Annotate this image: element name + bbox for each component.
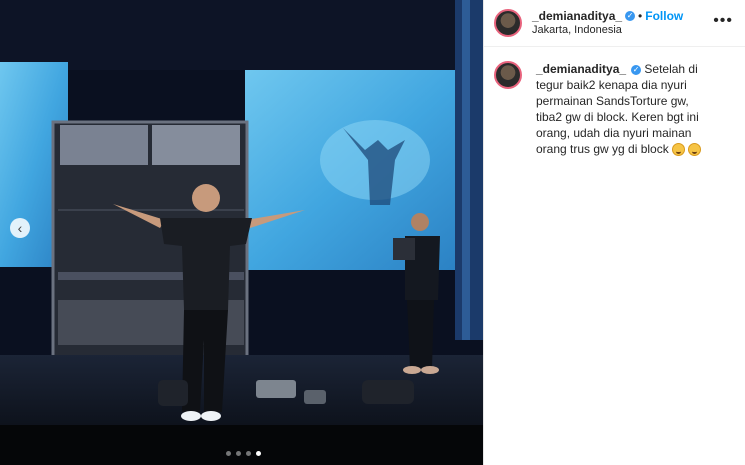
more-options-button[interactable]: ••• — [713, 12, 733, 30]
previous-slide-button[interactable]: ‹ — [10, 218, 30, 238]
caption-text: Setelah di tegur baik2 kenapa dia nyuri … — [536, 62, 699, 156]
instagram-post: ‹ _demianaditya_ ✓ • Follow Jakarta, Indone… — [0, 0, 745, 465]
post-sidebar: _demianaditya_ ✓ • Follow Jakarta, Indonesi… — [483, 0, 745, 465]
author-info: _demianaditya_ ✓ • Follow Jakarta, Indonesi… — [532, 9, 683, 37]
grinning-sweat-emoji-icon — [672, 143, 686, 157]
follow-button[interactable]: Follow — [645, 9, 683, 23]
caption-avatar[interactable] — [494, 61, 522, 89]
verified-badge-icon: ✓ — [631, 64, 642, 75]
stage-photo — [0, 0, 483, 465]
carousel-indicator — [226, 451, 261, 456]
carousel-dot-active — [256, 451, 261, 456]
carousel-dot — [226, 451, 231, 456]
caption-row: _demianaditya_ ✓ Setelah di tegur baik2 k… — [484, 47, 745, 157]
author-username[interactable]: _demianaditya_ — [532, 9, 622, 23]
grinning-sweat-emoji-icon — [688, 143, 702, 157]
carousel-dot — [246, 451, 251, 456]
chevron-left-icon: ‹ — [17, 220, 23, 236]
verified-badge-icon: ✓ — [625, 10, 636, 21]
post-header: _demianaditya_ ✓ • Follow Jakarta, Indonesi… — [484, 0, 745, 47]
post-photo[interactable]: ‹ — [0, 0, 483, 465]
carousel-dot — [236, 451, 241, 456]
post-location[interactable]: Jakarta, Indonesia — [532, 23, 683, 37]
avatar[interactable] — [494, 9, 522, 37]
caption-text-block: _demianaditya_ ✓ Setelah di tegur baik2 k… — [536, 61, 716, 157]
separator-dot: • — [638, 9, 643, 23]
caption-username[interactable]: _demianaditya_ — [536, 62, 626, 76]
